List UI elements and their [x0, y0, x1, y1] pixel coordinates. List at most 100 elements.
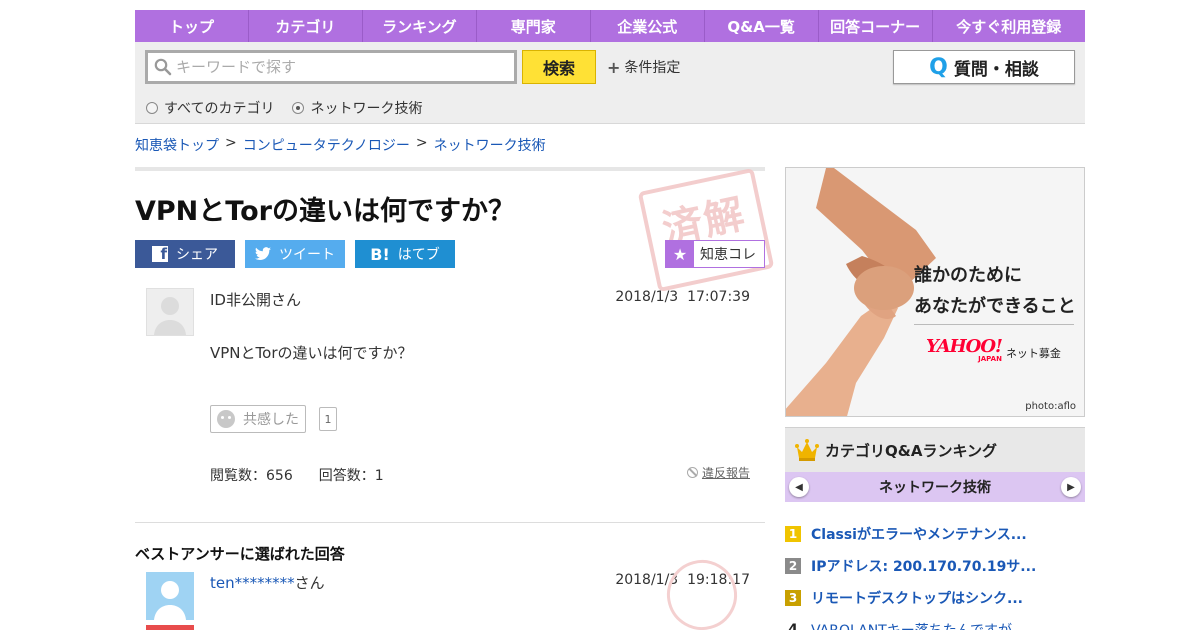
hatena-bookmark-label: はてブ [397, 247, 440, 263]
prev-category-button[interactable]: ◀ [789, 477, 809, 497]
category-scope: すべてのカテゴリ ネットワーク技術 [146, 98, 422, 118]
nav-category[interactable]: カテゴリ [249, 10, 363, 42]
ask-question-button[interactable]: Q 質問・相談 [893, 50, 1075, 84]
yahoo-donation-logo: YAHOO! JAPAN ネット募金 [926, 338, 1061, 363]
share-row: f シェア ツイート B! はてブ [135, 240, 455, 268]
answerer-name: ten********さん [210, 572, 325, 593]
ranking-item[interactable]: 4 VAROLANTキー落ちたんですが、... [785, 614, 1085, 630]
ranking-list: 1 Classiがエラーやメンテナンス... 2 IPアドレス: 200.170… [785, 502, 1085, 630]
yahoo-logo: YAHOO! JAPAN [926, 336, 1003, 363]
nav-top[interactable]: トップ [135, 10, 249, 42]
ranking-item[interactable]: 1 Classiがエラーやメンテナンス... [785, 518, 1085, 550]
nav-ranking[interactable]: ランキング [363, 10, 477, 42]
next-category-button[interactable]: ▶ [1061, 477, 1081, 497]
ranking-item[interactable]: 3 リモートデスクトップはシンク... [785, 582, 1085, 614]
main-top-line [135, 167, 765, 171]
user-silhouette-icon [154, 297, 186, 335]
q-icon: Q [929, 54, 948, 80]
net-donation-label: ネット募金 [1005, 347, 1061, 360]
breadcrumb-computer[interactable]: コンピュータテクノロジー [243, 135, 410, 155]
questioner-name: ID非公開さん [210, 291, 301, 309]
nav-register[interactable]: 今すぐ利用登録 [933, 10, 1085, 42]
radio-all-categories[interactable]: すべてのカテゴリ [146, 98, 274, 118]
radio-dot-icon [146, 102, 158, 114]
radio-all-label: すべてのカテゴリ [164, 101, 275, 117]
yahoo-japan-mark: JAPAN [978, 355, 1002, 363]
charity-ad-banner[interactable]: 誰かのために あなたができること YAHOO! JAPAN ネット募金 phot… [785, 167, 1085, 417]
section-divider [135, 522, 765, 523]
facebook-share-label: シェア [176, 247, 218, 263]
questioner-avatar [146, 288, 194, 336]
best-answer-heading: ベストアンサーに選ばれた回答 [135, 545, 345, 563]
user-silhouette-icon [154, 581, 186, 620]
breadcrumb-sep: > [415, 135, 428, 151]
view-count: 閲覧数：656 [210, 468, 293, 484]
question-time: 17:07:39 [687, 289, 750, 305]
kyokan-button[interactable]: 共感した [210, 405, 306, 433]
question-main: 済解 VPNとTorの違いは何ですか？ f シェア ツイート B! はてブ ★ … [135, 167, 775, 630]
sidebar: 誰かのために あなたができること YAHOO! JAPAN ネット募金 phot… [785, 167, 1085, 630]
best-answer-seal [659, 552, 745, 630]
facebook-share-button[interactable]: f シェア [135, 240, 235, 268]
report-label: 違反報告 [701, 466, 750, 480]
breadcrumb-top[interactable]: 知恵袋トップ [135, 135, 219, 155]
search-button[interactable]: 検索 [522, 50, 596, 84]
rank-badge: 2 [785, 558, 801, 574]
rank-badge: 4 [788, 622, 798, 630]
ranking-item-title: IPアドレス: 200.170.70.19サ... [811, 559, 1037, 575]
report-link[interactable]: 違反報告 [686, 464, 750, 481]
kyokan-label: 共感した [243, 412, 299, 428]
ranking-item-title: Classiがエラーやメンテナンス... [811, 527, 1027, 543]
ad-copy: 誰かのために あなたができること [914, 260, 1076, 322]
breadcrumb-sep: > [225, 135, 237, 151]
ranking-item[interactable]: 2 IPアドレス: 200.170.70.19サ... [785, 550, 1085, 582]
yahoo-wordmark: YAHOO! [926, 336, 1003, 357]
radio-current-category[interactable]: ネットワーク技術 [292, 98, 422, 118]
radio-dot-selected-icon [292, 102, 305, 114]
ad-rule [914, 324, 1074, 325]
question-stats: 閲覧数：656 回答数：1 [210, 465, 384, 485]
hatena-bookmark-button[interactable]: B! はてブ [355, 240, 455, 268]
answerer-badge [146, 625, 194, 630]
prohibited-icon [686, 467, 698, 478]
question-date: 2018/1/3 [615, 289, 679, 305]
kyokan-count: 1 [319, 407, 337, 431]
photo-credit: photo:aflo [1025, 401, 1076, 412]
search-box [145, 50, 517, 84]
question-title: VPNとTorの違いは何ですか？ [135, 196, 515, 227]
star-icon: ★ [666, 241, 694, 267]
ad-line2: あなたができること [914, 296, 1076, 317]
global-nav: トップ カテゴリ ランキング 専門家 企業公式 Q&A一覧 回答コーナー 今すぐ… [135, 10, 1085, 42]
condition-toggle[interactable]: + 条件指定 [607, 57, 680, 77]
ranking-category-bar: ◀ ネットワーク技術 ▶ [785, 472, 1085, 502]
twitter-share-label: ツイート [279, 247, 335, 263]
breadcrumb-network[interactable]: ネットワーク技術 [434, 135, 546, 155]
smile-icon [217, 410, 235, 428]
breadcrumb: 知恵袋トップ > コンピュータテクノロジー > ネットワーク技術 [135, 135, 546, 155]
nav-expert[interactable]: 専門家 [477, 10, 591, 42]
twitter-share-button[interactable]: ツイート [245, 240, 345, 268]
radio-current-label: ネットワーク技術 [310, 101, 423, 117]
search-area: 検索 + 条件指定 Q 質問・相談 すべてのカテゴリ ネットワーク技術 [135, 42, 1085, 124]
search-input[interactable] [176, 58, 496, 76]
question-body: VPNとTorの違いは何ですか？ [210, 344, 413, 362]
rank-badge: 1 [785, 526, 801, 542]
search-icon [154, 58, 172, 76]
resolved-seal: 済解 [637, 167, 775, 293]
chie-colle-button[interactable]: ★ 知恵コレ [665, 240, 765, 268]
ad-line1: 誰かのために [914, 265, 1022, 286]
facebook-icon: f [152, 246, 168, 262]
answer-count: 回答数：1 [318, 468, 384, 484]
ranking-header: カテゴリQ&Aランキング [785, 427, 1085, 472]
ranking-item-title: VAROLANTキー落ちたんですが、... [811, 620, 1039, 630]
answerer-id-link[interactable]: ten******** [210, 574, 295, 592]
condition-label: 条件指定 [624, 60, 681, 76]
nav-qa-list[interactable]: Q&A一覧 [705, 10, 819, 42]
twitter-bird-icon [255, 247, 271, 261]
nav-answer-corner[interactable]: 回答コーナー [819, 10, 933, 42]
ranking-category: ネットワーク技術 [879, 480, 991, 496]
answerer-suffix: さん [294, 574, 325, 592]
plus-icon: + [607, 57, 621, 77]
answerer-avatar [146, 572, 194, 620]
nav-official[interactable]: 企業公式 [591, 10, 705, 42]
